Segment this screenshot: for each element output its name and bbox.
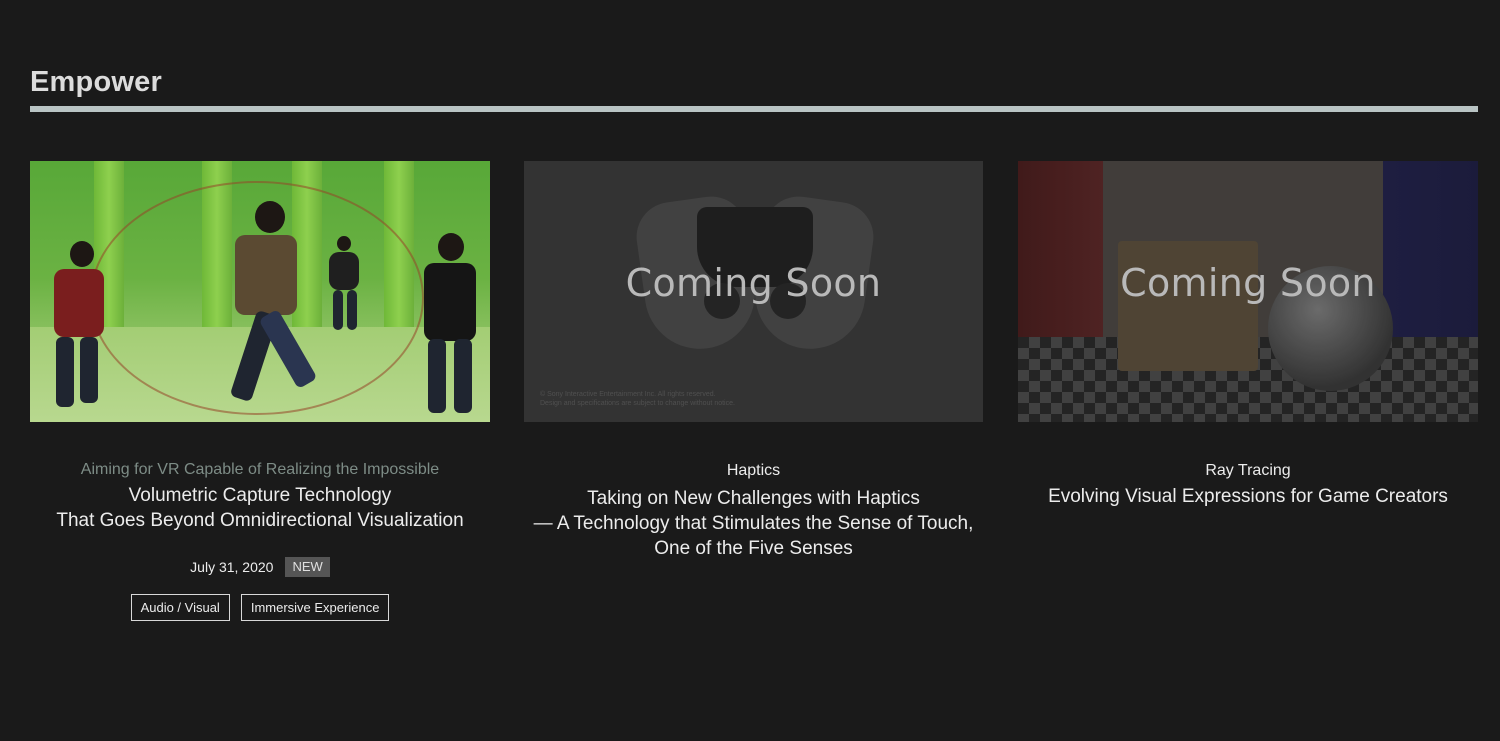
article-kicker: Ray Tracing [1205,462,1291,479]
article-thumbnail[interactable]: Coming Soon [1018,161,1478,422]
person-figure [410,233,490,418]
coming-soon-overlay: Coming Soon [625,261,882,305]
article-title-link[interactable]: Evolving Visual Expressions for Game Cre… [1018,484,1478,509]
article-thumbnail[interactable] [30,161,490,422]
person-figure [215,201,335,403]
new-badge: NEW [285,557,330,577]
coming-soon-overlay: Coming Soon [1120,261,1376,305]
person-figure [40,241,110,411]
section-title: Empower [30,66,162,98]
section-divider [30,106,1478,112]
article-kicker: Aiming for VR Capable of Realizing the I… [80,461,440,478]
person-figure [325,236,365,336]
article-thumbnail[interactable]: © Sony Interactive Entertainment Inc. Al… [524,161,983,422]
tag-audio-visual[interactable]: Audio / Visual [130,594,230,621]
tag-immersive-experience[interactable]: Immersive Experience [240,594,390,621]
article-card-haptics[interactable]: © Sony Interactive Entertainment Inc. Al… [524,161,983,561]
article-kicker: Haptics [726,462,781,479]
publish-date: July 31, 2020 [190,559,274,575]
article-title-link[interactable]: Taking on New Challenges with Haptics — … [524,486,983,561]
article-card-ray-tracing[interactable]: Coming Soon Ray Tracing Evolving Visual … [1018,161,1478,509]
article-card-volumetric-capture[interactable]: Aiming for VR Capable of Realizing the I… [30,161,490,621]
article-title-link[interactable]: Volumetric Capture Technology That Goes … [30,483,490,533]
